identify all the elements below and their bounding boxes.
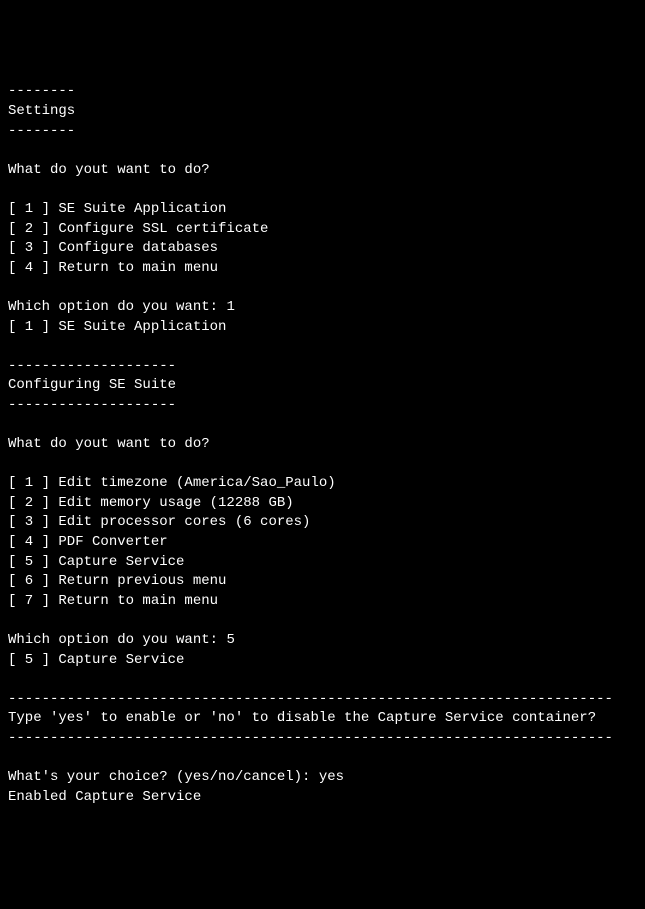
config-heading: Configuring SE Suite: [8, 377, 176, 393]
settings-heading: Settings: [8, 103, 75, 119]
menu-item-1: [ 1 ] SE Suite Application: [8, 201, 226, 217]
option-prompt: Which option do you want:: [8, 299, 226, 315]
config-item-7: [ 7 ] Return to main menu: [8, 593, 218, 609]
divider: ----------------------------------------…: [8, 691, 613, 707]
choice-prompt: What's your choice? (yes/no/cancel):: [8, 769, 319, 785]
divider: --------: [8, 83, 75, 99]
config-item-5: [ 5 ] Capture Service: [8, 554, 184, 570]
config-item-1: [ 1 ] Edit timezone (America/Sao_Paulo): [8, 475, 336, 491]
choice-input[interactable]: yes: [319, 769, 344, 785]
option-prompt: Which option do you want:: [8, 632, 226, 648]
enable-prompt: Type 'yes' to enable or 'no' to disable …: [8, 710, 596, 726]
menu-item-4: [ 4 ] Return to main menu: [8, 260, 218, 276]
menu-item-2: [ 2 ] Configure SSL certificate: [8, 221, 268, 237]
terminal-output: -------- Settings -------- What do yout …: [8, 82, 645, 807]
config-item-3: [ 3 ] Edit processor cores (6 cores): [8, 514, 310, 530]
result-line: Enabled Capture Service: [8, 789, 201, 805]
config-item-6: [ 6 ] Return previous menu: [8, 573, 226, 589]
config-item-2: [ 2 ] Edit memory usage (12288 GB): [8, 495, 294, 511]
prompt-title: What do yout want to do?: [8, 436, 210, 452]
option-echo: [ 5 ] Capture Service: [8, 652, 184, 668]
option-input[interactable]: 1: [226, 299, 234, 315]
menu-item-3: [ 3 ] Configure databases: [8, 240, 218, 256]
option-echo: [ 1 ] SE Suite Application: [8, 319, 226, 335]
divider: --------------------: [8, 397, 176, 413]
divider: ----------------------------------------…: [8, 730, 613, 746]
prompt-title: What do yout want to do?: [8, 162, 210, 178]
option-input[interactable]: 5: [226, 632, 234, 648]
divider: --------: [8, 123, 75, 139]
divider: --------------------: [8, 358, 176, 374]
config-item-4: [ 4 ] PDF Converter: [8, 534, 168, 550]
